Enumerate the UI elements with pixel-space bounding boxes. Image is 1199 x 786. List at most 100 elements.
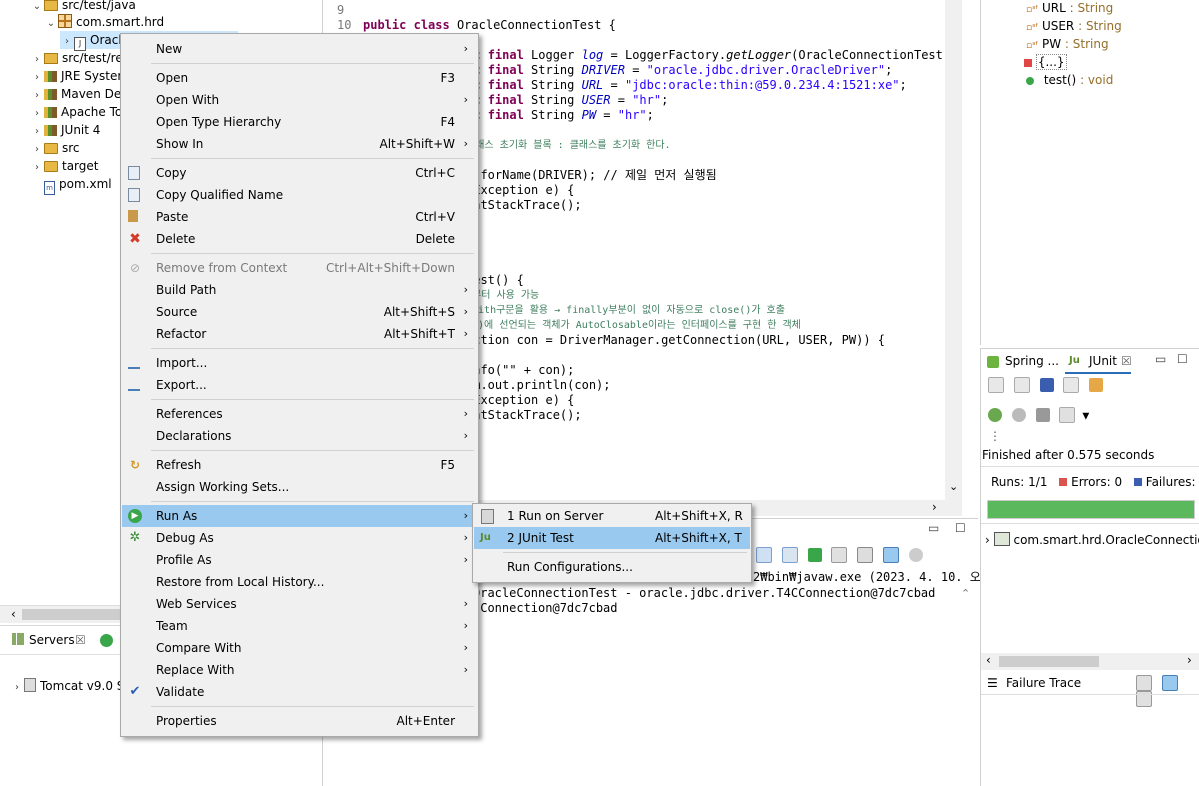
menu-item-validate[interactable]: ✔ Validate: [122, 681, 477, 703]
outline-item-url[interactable]: ▫ˢᶠ URL : String: [1026, 0, 1113, 17]
divider: [981, 466, 1199, 467]
tree-item-junit[interactable]: › JUnit 4: [30, 121, 100, 139]
menu-item-source[interactable]: Source Alt+Shift+S ›: [122, 301, 477, 323]
show-console-icon[interactable]: [883, 547, 900, 563]
chevron-down-icon[interactable]: ▼: [1082, 412, 1089, 422]
menu-item-build-path[interactable]: Build Path ›: [122, 279, 477, 301]
menu-item-open-type-hierarchy[interactable]: Open Type Hierarchy F4: [122, 111, 477, 133]
scroll-left-arrow-icon[interactable]: ‹: [986, 653, 991, 667]
rerun-failed-first-icon[interactable]: [1011, 408, 1026, 422]
minimize-icon[interactable]: ▭: [1155, 352, 1166, 366]
submenu-item-run-on-server[interactable]: 1 Run on Server Alt+Shift+X, R: [474, 505, 750, 527]
menu-item-run-as[interactable]: ▶ Run As ›: [122, 505, 477, 527]
maximize-icon[interactable]: ☐: [955, 521, 966, 535]
scroll-right-arrow-icon[interactable]: ›: [932, 500, 937, 514]
chevron-down-icon[interactable]: ⌄: [44, 15, 58, 33]
tab-junit[interactable]: JUnit: [1089, 354, 1117, 368]
display-console-icon[interactable]: [756, 547, 772, 563]
previous-failure-icon[interactable]: [1013, 377, 1030, 393]
junit-horizontal-scrollbar[interactable]: ‹ ›: [981, 653, 1199, 670]
junit-view: Spring ... Ju JUnit ☒ ▭ ☐ ▼ ⋮ Finished a…: [980, 348, 1199, 786]
menu-item-refactor[interactable]: Refactor Alt+Shift+T ›: [122, 323, 477, 345]
menu-item-export[interactable]: Export...: [122, 374, 477, 396]
outline-item-user[interactable]: ▫ˢᶠ USER : String: [1026, 17, 1122, 35]
chevron-right-icon[interactable]: ›: [985, 533, 990, 547]
power-icon[interactable]: [100, 634, 113, 647]
tree-item-package[interactable]: ⌄ com.smart.hrd: [44, 13, 164, 31]
failure-trace-toolbar: [1133, 675, 1199, 707]
show-skipped-icon[interactable]: [1089, 378, 1104, 392]
menu-item-refresh[interactable]: ↻ Refresh F5: [122, 454, 477, 476]
chevron-right-icon[interactable]: ›: [30, 159, 44, 177]
chevron-down-icon[interactable]: ⌄: [30, 0, 44, 16]
menu-item-debug-as[interactable]: ✲ Debug As ›: [122, 527, 477, 549]
menu-item-new[interactable]: New ›: [122, 38, 477, 60]
next-failure-icon[interactable]: [988, 377, 1004, 393]
tree-item-jre[interactable]: › JRE System: [30, 67, 129, 85]
outline-item-test[interactable]: test() : void: [1026, 71, 1113, 89]
menu-item-profile-as[interactable]: Profile As ›: [122, 549, 477, 571]
test-history-icon[interactable]: [1059, 407, 1076, 423]
menu-item-show-in[interactable]: Show In Alt+Shift+W ›: [122, 133, 477, 155]
new-console-icon[interactable]: [807, 548, 822, 562]
tab-spring[interactable]: Spring ...: [1005, 354, 1059, 368]
copy-icon: [128, 166, 140, 180]
menu-item-properties[interactable]: Properties Alt+Enter: [122, 710, 477, 732]
tree-item-target[interactable]: › target: [30, 157, 99, 175]
server-item[interactable]: › Tomcat v9.0 S: [10, 677, 124, 695]
close-icon[interactable]: ☒: [75, 626, 86, 654]
tree-item-apache[interactable]: › Apache To: [30, 103, 122, 121]
menu-item-restore-local-history[interactable]: Restore from Local History...: [122, 571, 477, 593]
pin-console-icon[interactable]: [781, 547, 798, 563]
filter-stack-icon[interactable]: [1136, 675, 1152, 691]
menu-item-delete[interactable]: ✖ Delete Delete: [122, 228, 477, 250]
open-console-icon[interactable]: [831, 547, 848, 563]
menu-separator: [151, 706, 474, 707]
scroll-right-arrow-icon[interactable]: ›: [1187, 653, 1192, 667]
editor-vertical-scrollbar[interactable]: ⌄: [945, 0, 962, 500]
tab-servers[interactable]: Servers: [29, 626, 75, 654]
menu-item-web-services[interactable]: Web Services ›: [122, 593, 477, 615]
drag-handle-icon[interactable]: ⋮: [989, 429, 1001, 443]
menu-item-team[interactable]: Team ›: [122, 615, 477, 637]
menu-item-import[interactable]: Import...: [122, 352, 477, 374]
menu-item-declarations[interactable]: Declarations ›: [122, 425, 477, 447]
menu-item-paste[interactable]: Paste Ctrl+V: [122, 206, 477, 228]
tree-item-src-test-resources[interactable]: › src/test/res: [30, 49, 129, 67]
close-icon[interactable]: ☒: [1121, 354, 1132, 368]
settings-gear-icon[interactable]: [908, 548, 923, 562]
remove-context-icon: ⊘: [129, 261, 141, 275]
submenu-item-junit-test[interactable]: Ju 2 JUnit Test Alt+Shift+X, T: [474, 527, 750, 549]
minimize-icon[interactable]: ▭: [928, 521, 939, 535]
tree-item-maven[interactable]: › Maven Dep: [30, 85, 129, 103]
menu-item-references[interactable]: References ›: [122, 403, 477, 425]
compare-result-icon[interactable]: [1161, 675, 1178, 691]
menu-item-open-with[interactable]: Open With ›: [122, 89, 477, 111]
menu-item-compare-with[interactable]: Compare With ›: [122, 637, 477, 659]
maximize-icon[interactable]: ☐: [1177, 352, 1188, 366]
menu-item-remove-from-context[interactable]: ⊘ Remove from Context Ctrl+Alt+Shift+Down: [122, 257, 477, 279]
scroll-down-arrow-icon[interactable]: ⌄: [949, 480, 958, 493]
scrollbar-thumb[interactable]: [999, 656, 1099, 667]
submenu-item-run-configurations[interactable]: Run Configurations...: [474, 556, 750, 578]
tree-item-src[interactable]: › src: [30, 139, 80, 157]
view-menu-icon[interactable]: [857, 547, 874, 563]
stop-icon[interactable]: [1035, 408, 1050, 422]
scroll-left-arrow-icon[interactable]: ‹: [11, 607, 16, 621]
show-failures-only-icon[interactable]: [1039, 378, 1054, 392]
menu-item-copy-qualified-name[interactable]: Copy Qualified Name: [122, 184, 477, 206]
menu-item-open[interactable]: Open F3: [122, 67, 477, 89]
scroll-up-arrow-icon[interactable]: ⌃: [961, 587, 970, 600]
menu-item-replace-with[interactable]: Replace With ›: [122, 659, 477, 681]
outline-item-initializer[interactable]: {...}: [1024, 53, 1067, 71]
outline-item-pw[interactable]: ▫ˢᶠ PW : String: [1026, 35, 1109, 53]
tree-item-pom[interactable]: m pom.xml: [44, 175, 112, 195]
junit-test-item[interactable]: › com.smart.hrd.OracleConnection: [985, 532, 1199, 547]
menu-item-assign-working-sets[interactable]: Assign Working Sets...: [122, 476, 477, 498]
menu-item-copy[interactable]: Copy Ctrl+C: [122, 162, 477, 184]
tree-item-src-test-java[interactable]: ⌄ src/test/java: [30, 0, 136, 14]
scroll-lock-icon[interactable]: [1063, 377, 1080, 393]
chevron-right-icon[interactable]: ›: [10, 679, 24, 697]
junit-progress-bar: [988, 501, 1194, 518]
rerun-test-icon[interactable]: [988, 408, 1002, 422]
